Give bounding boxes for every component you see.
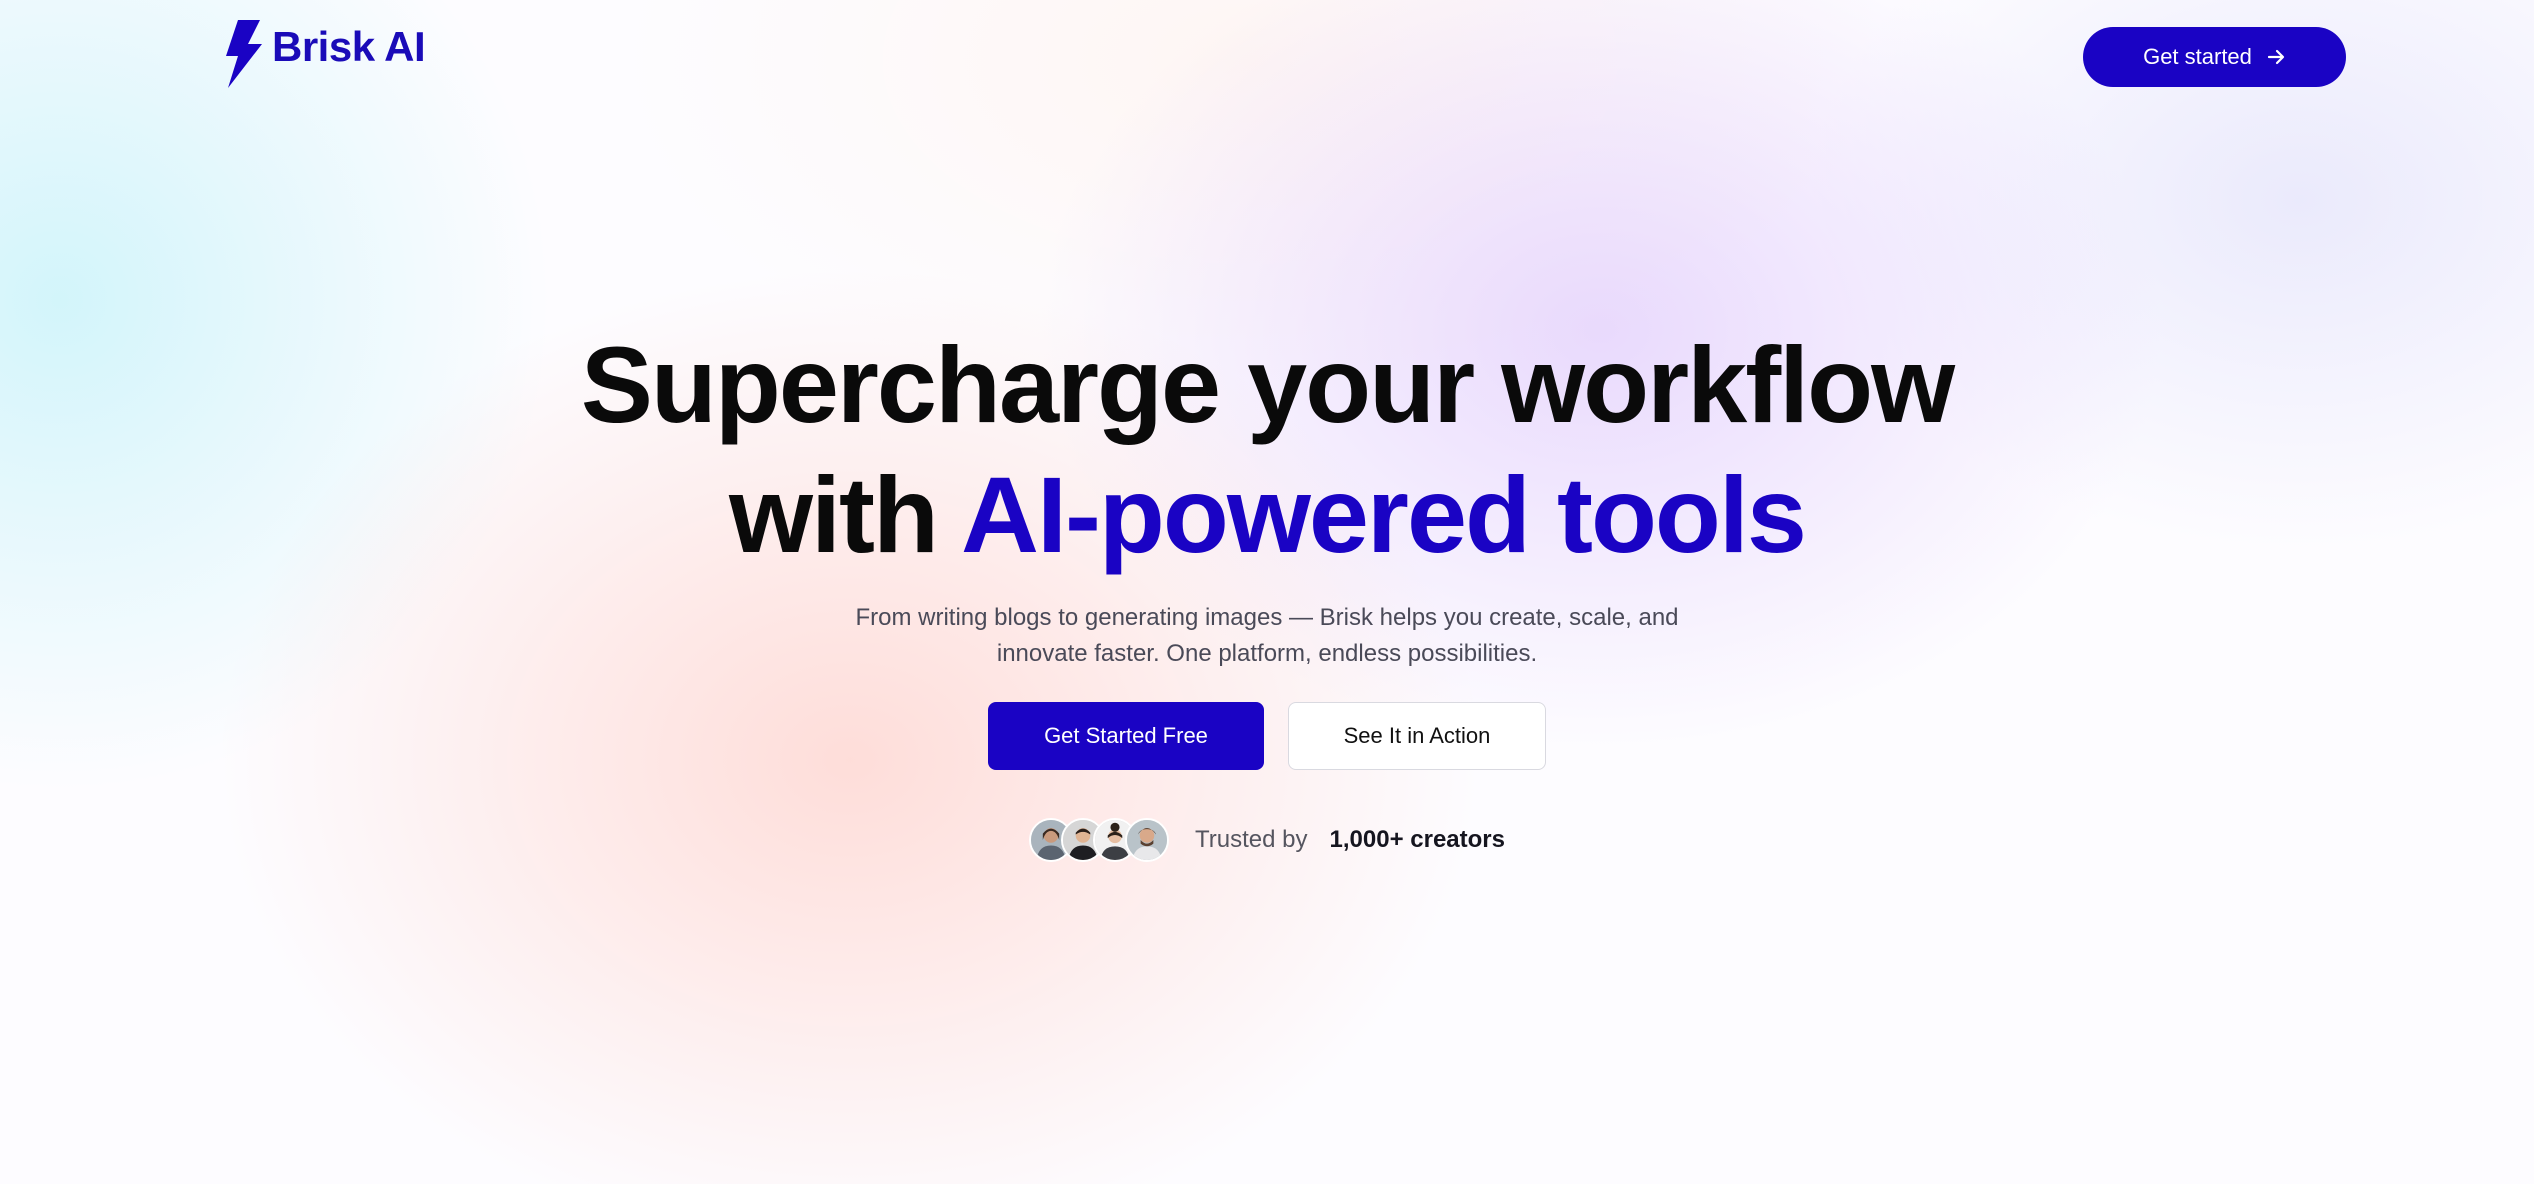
hero-cta-row: Get Started Free See It in Action (0, 702, 2534, 770)
lightning-bolt-icon (226, 20, 262, 88)
site-header: Brisk AI Get started (0, 0, 2534, 110)
hero-headline: Supercharge your workflow with AI-powere… (0, 320, 2534, 580)
avatar (1125, 818, 1170, 862)
see-it-in-action-button[interactable]: See It in Action (1288, 702, 1546, 770)
brand-logo[interactable]: Brisk AI (224, 20, 426, 88)
get-started-nav-button[interactable]: Get started (2083, 27, 2346, 87)
hero-headline-line2-prefix: with (729, 454, 961, 575)
hero-headline-line1: Supercharge your workflow (580, 324, 1955, 445)
trusted-by-label: Trusted by (1195, 826, 1308, 853)
avatar-group (1029, 818, 1170, 862)
get-started-nav-label: Get started (2143, 44, 2252, 69)
hero-subtitle: From writing blogs to generating images … (855, 604, 1679, 667)
hero-section: Supercharge your workflow with AI-powere… (0, 320, 2534, 862)
get-started-free-button[interactable]: Get Started Free (988, 702, 1264, 770)
hero-headline-accent: AI-powered tools (960, 454, 1807, 575)
arrow-right-icon (2267, 49, 2285, 65)
brand-name: Brisk AI (272, 23, 426, 70)
social-proof: Trusted by 1,000+ creators (0, 818, 2534, 862)
creators-count: 1,000+ creators (1329, 826, 1505, 853)
